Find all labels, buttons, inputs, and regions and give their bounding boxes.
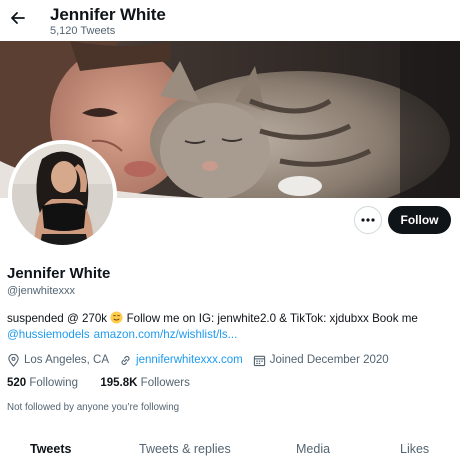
calendar-icon — [253, 355, 265, 366]
following-count: 520 — [7, 377, 27, 389]
followers-link[interactable]: 195.8K Followers — [100, 377, 190, 389]
smiling-face-emoji-icon — [110, 311, 123, 324]
tab-likes[interactable]: Likes — [400, 442, 429, 456]
following-label: Following — [29, 377, 78, 389]
bio-line-2: @hussiemodels amazon.com/hz/wishlist/ls..… — [7, 328, 237, 341]
bio-mention-link[interactable]: @hussiemodels — [7, 328, 90, 341]
profile-name: Jennifer White — [7, 265, 111, 282]
back-arrow-icon[interactable] — [8, 8, 28, 28]
profile-tabs: Tweets Tweets & replies Media Likes — [0, 440, 460, 460]
followers-count: 195.8K — [100, 377, 138, 389]
bio-line-1: suspended @ 270k Follow me on IG: jenwhi… — [7, 311, 418, 325]
profile-handle: @jenwhitexxx — [7, 285, 76, 297]
following-link[interactable]: 520 Following — [7, 377, 78, 389]
avatar-photo — [12, 144, 113, 245]
location-pin-icon — [8, 353, 19, 367]
follow-counts: 520 Following 195.8K Followers — [7, 377, 190, 389]
location-text: Los Angeles, CA — [24, 354, 110, 366]
bio-text-part-1: suspended @ 270k — [7, 312, 108, 325]
bio-wishlist-link[interactable]: amazon.com/hz/wishlist/ls... — [94, 328, 238, 341]
profile-avatar[interactable] — [8, 140, 117, 249]
tab-media[interactable]: Media — [296, 442, 330, 456]
profile-header-bar: Jennifer White 5,120 Tweets — [0, 0, 460, 41]
more-options-button[interactable] — [354, 206, 382, 234]
website-link[interactable]: jenniferwhitexxx.com — [136, 354, 243, 366]
profile-meta-row: Los Angeles, CA jenniferwhitexxx.com Joi… — [7, 352, 389, 368]
tab-tweets-and-replies[interactable]: Tweets & replies — [139, 442, 231, 456]
bio-text-part-2: Follow me on IG: jenwhite2.0 & TikTok: x… — [126, 312, 418, 325]
header-title: Jennifer White — [50, 5, 166, 24]
link-icon — [121, 355, 130, 365]
more-horizontal-icon — [361, 218, 375, 222]
not-followed-note: Not followed by anyone you’re following — [7, 402, 180, 413]
tab-tweets[interactable]: Tweets — [30, 442, 71, 456]
follow-button[interactable]: Follow — [388, 206, 451, 234]
tweet-count: 5,120 Tweets — [50, 25, 116, 37]
joined-date: Joined December 2020 — [269, 354, 389, 366]
followers-label: Followers — [140, 377, 190, 389]
